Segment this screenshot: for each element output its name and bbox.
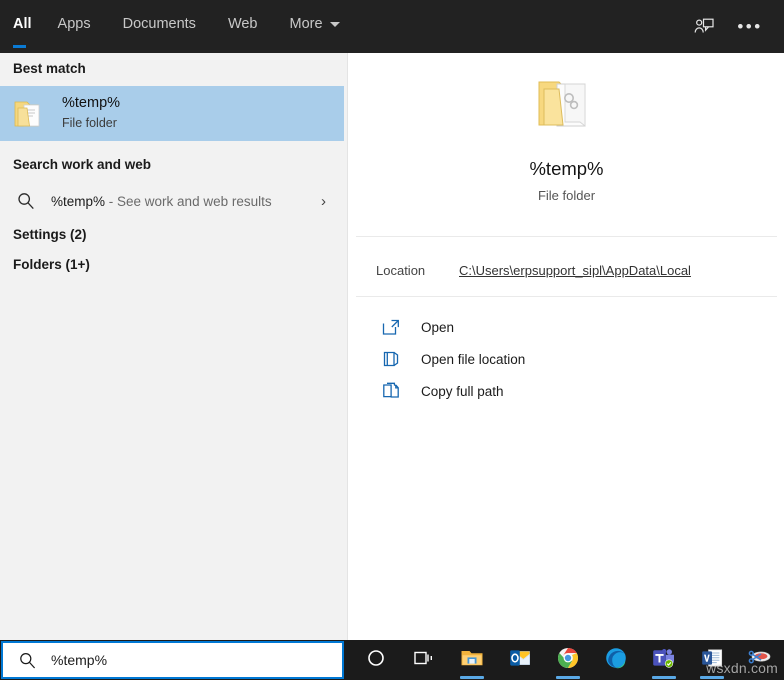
edge-button[interactable]	[592, 640, 640, 680]
best-match-text: %temp% File folder	[62, 95, 120, 132]
feedback-person-icon[interactable]	[684, 8, 724, 46]
action-copy-full-path-label: Copy full path	[421, 383, 504, 399]
tab-documents[interactable]: Documents	[123, 0, 214, 53]
running-indicator	[556, 676, 580, 679]
word-button[interactable]	[688, 640, 736, 680]
preview-title: %temp%	[529, 158, 604, 179]
file-explorer-icon	[460, 648, 484, 673]
tab-web[interactable]: Web	[228, 0, 276, 53]
outlook-icon	[509, 648, 531, 673]
windows-search-flyout: All Apps Documents Web More ••• Best mat…	[0, 0, 784, 680]
tab-all[interactable]: All	[13, 0, 44, 53]
location-label: Location	[376, 262, 426, 278]
folder-icon	[13, 97, 49, 131]
tab-web-label: Web	[227, 15, 258, 32]
tab-apps[interactable]: Apps	[58, 0, 109, 53]
edge-icon	[605, 647, 627, 674]
tab-documents-label: Documents	[122, 15, 196, 32]
preview-actions: Open Open file location Copy full path	[349, 311, 784, 407]
word-icon	[701, 648, 723, 673]
location-path-link[interactable]: C:\Users\erpsupport_sipl\AppData\Local	[459, 263, 691, 278]
action-open-label: Open	[421, 319, 455, 335]
search-filter-tabbar: All Apps Documents Web More •••	[0, 0, 784, 53]
preview-subtitle: File folder	[537, 188, 596, 203]
tab-all-label: All	[13, 15, 32, 32]
web-search-query: %temp%	[51, 193, 106, 209]
search-input[interactable]	[51, 652, 311, 668]
divider-below-location	[356, 296, 777, 297]
cortana-button[interactable]	[352, 640, 400, 680]
tabbar-actions: •••	[684, 0, 784, 53]
web-search-label: %temp% - See work and web results	[51, 194, 272, 209]
snipping-tool-button[interactable]	[736, 640, 784, 680]
web-search-suffix: - See work and web results	[105, 193, 272, 209]
search-tabs: All Apps Documents Web More	[0, 0, 372, 53]
action-open-file-location-label: Open file location	[421, 351, 526, 367]
chevron-down-icon	[329, 22, 340, 27]
divider-above-location	[356, 236, 777, 237]
file-explorer-button[interactable]	[448, 640, 496, 680]
outlook-button[interactable]	[496, 640, 544, 680]
chrome-button[interactable]	[544, 640, 592, 680]
running-indicator	[700, 676, 724, 679]
tab-more[interactable]: More	[290, 0, 358, 53]
web-search-result-item[interactable]: %temp% - See work and web results ›	[0, 182, 344, 220]
action-open-file-location[interactable]: Open file location	[349, 343, 784, 375]
folder-open-icon	[379, 348, 403, 370]
cortana-circle-icon	[366, 648, 386, 673]
group-header-search-work-and-web: Search work and web	[13, 157, 152, 172]
chrome-icon	[557, 647, 579, 674]
running-indicator	[460, 676, 484, 679]
best-match-title: %temp%	[62, 95, 121, 111]
group-header-best-match: Best match	[13, 61, 86, 76]
copy-icon	[379, 380, 403, 402]
teams-icon	[652, 647, 676, 674]
search-icon	[15, 648, 39, 672]
taskbar: wsxdn.com	[0, 640, 784, 680]
best-match-subtitle: File folder	[62, 116, 117, 130]
action-copy-full-path[interactable]: Copy full path	[349, 375, 784, 407]
task-view-icon	[413, 649, 435, 672]
folder-icon	[536, 76, 598, 134]
group-header-settings[interactable]: Settings (2)	[0, 227, 87, 242]
snipping-tool-icon	[748, 648, 772, 673]
best-match-result-item[interactable]: %temp% File folder	[0, 86, 344, 141]
search-icon	[13, 188, 39, 214]
preview-hero: %temp% File folder	[349, 53, 784, 235]
group-header-folders[interactable]: Folders (1+)	[0, 257, 90, 272]
chevron-right-icon[interactable]: ›	[321, 194, 326, 209]
task-view-button[interactable]	[400, 640, 448, 680]
tab-apps-label: Apps	[57, 15, 91, 32]
taskbar-app-buttons	[352, 640, 784, 680]
running-indicator	[652, 676, 676, 679]
search-results-panel: Best match %temp% File folder Search wor…	[0, 53, 348, 640]
taskbar-search-box[interactable]	[1, 641, 344, 679]
teams-button[interactable]	[640, 640, 688, 680]
location-row: Location C:\Users\erpsupport_sipl\AppDat…	[349, 250, 784, 290]
action-open[interactable]: Open	[349, 311, 784, 343]
preview-panel: %temp% File folder Location C:\Users\erp…	[349, 53, 784, 640]
tab-more-label: More	[289, 15, 323, 32]
open-external-icon	[379, 316, 403, 338]
ellipsis-icon[interactable]: •••	[730, 8, 770, 46]
